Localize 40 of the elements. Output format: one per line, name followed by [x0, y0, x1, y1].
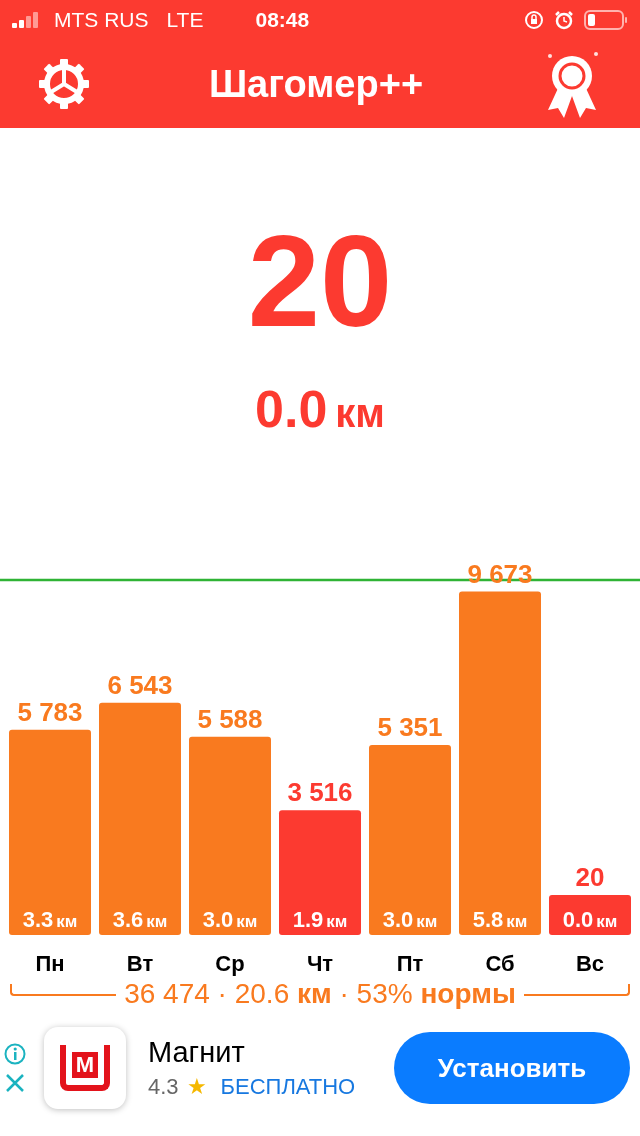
bar-distance: 3.6 км — [112, 907, 168, 932]
step-value: 6 543 — [107, 669, 173, 700]
bar-distance: 0.0 км — [562, 907, 618, 932]
rotation-lock-icon — [524, 10, 544, 30]
price-label: БЕСПЛАТНО — [220, 1072, 356, 1101]
bar-distance: 5.8 км — [472, 907, 528, 932]
day-label: Вс — [575, 951, 605, 976]
app-title: Шагомер++ — [208, 61, 424, 107]
day-label: Пн — [35, 951, 65, 976]
bar-distance: 3.0 км — [382, 907, 438, 932]
step-value: 20 — [575, 862, 605, 892]
distance-unit: км — [335, 390, 385, 437]
install-button[interactable]: Установить — [394, 1032, 630, 1104]
battery-icon — [584, 10, 628, 30]
rating-value: 4.3 — [148, 1072, 179, 1101]
info-icon[interactable] — [4, 1043, 26, 1065]
weekly-summary: 36 474 · 20.6 км · 53% нормы — [124, 977, 516, 1011]
bar-distance: 3.0 км — [202, 907, 258, 932]
bar-distance: 3.3 км — [22, 907, 78, 932]
alarm-icon — [554, 10, 574, 30]
app-name: Магнит — [148, 1034, 246, 1070]
day-label: Вт — [126, 951, 154, 976]
network-type: LTE — [166, 7, 204, 34]
close-icon[interactable] — [5, 1073, 25, 1093]
star-icon: ★ — [186, 1069, 207, 1103]
clock-time: 08:48 — [255, 7, 310, 34]
day-label: Чт — [306, 951, 334, 976]
day-label: Ср — [215, 951, 245, 976]
carrier-name: MTS RUS — [54, 7, 149, 34]
today-distance: 0.0 — [255, 379, 328, 440]
bar-distance: 1.9 км — [292, 907, 348, 932]
step-count: 20 — [247, 216, 393, 346]
settings-icon[interactable] — [36, 56, 92, 112]
day-label: Пт — [396, 951, 424, 976]
step-value: 3 516 — [287, 777, 353, 808]
day-label: Сб — [485, 951, 515, 976]
step-value: 5 588 — [197, 703, 263, 734]
step-value: 5 351 — [377, 712, 443, 743]
step-value: 5 783 — [17, 696, 83, 727]
app-logo: М — [44, 1027, 126, 1109]
